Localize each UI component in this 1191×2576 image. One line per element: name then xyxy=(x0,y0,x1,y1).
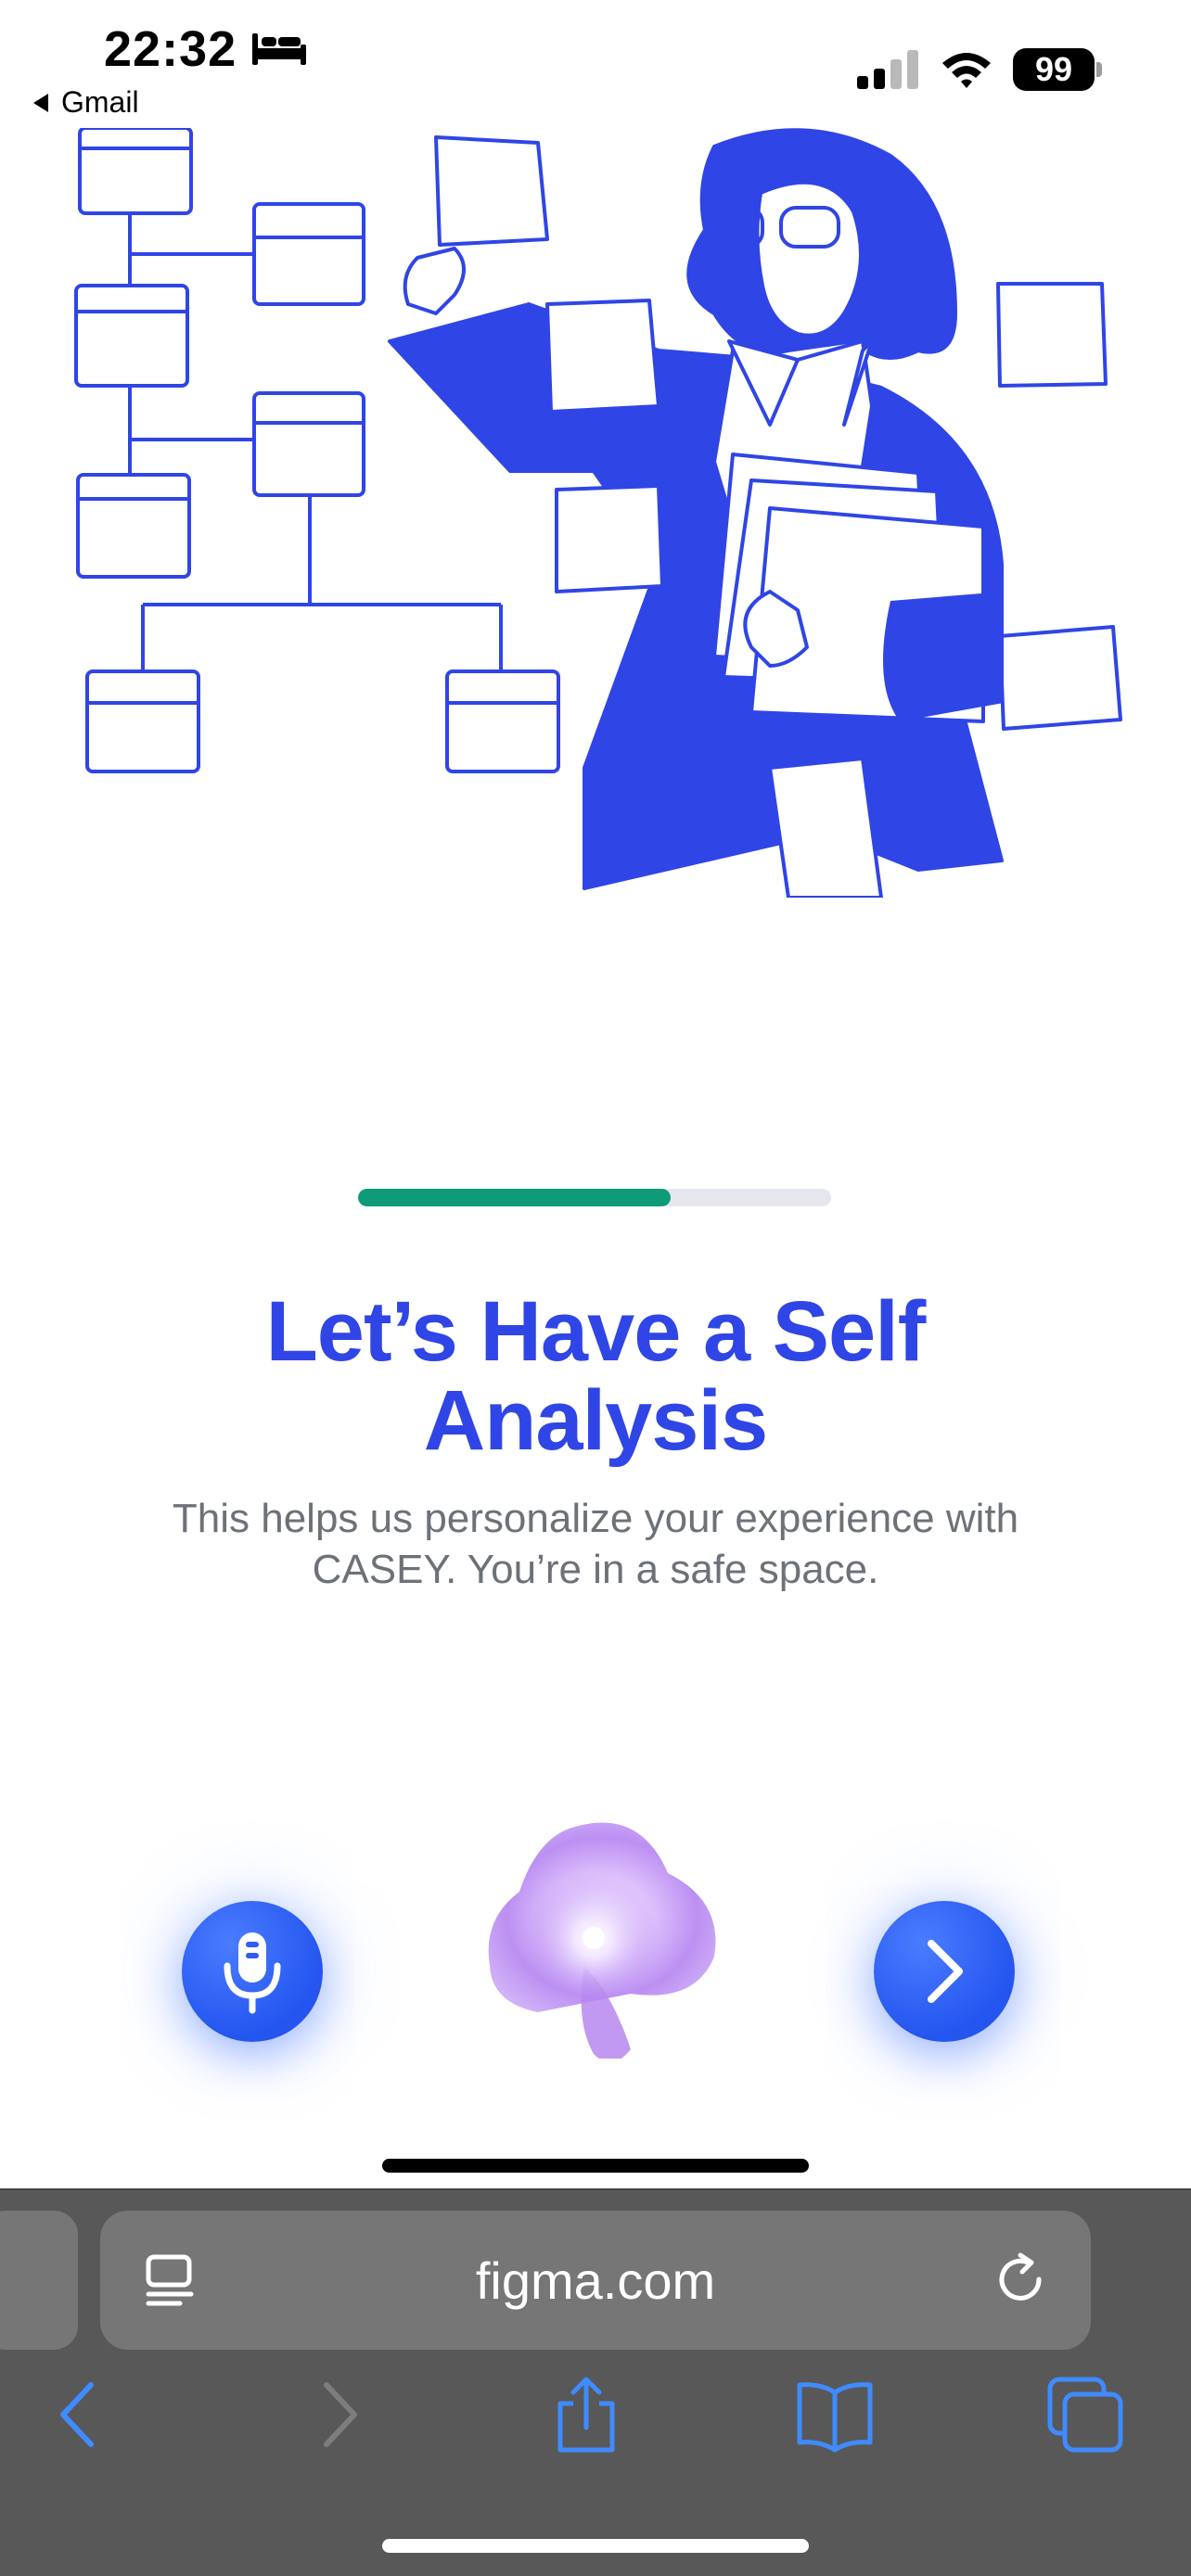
bed-icon xyxy=(252,33,306,65)
progress-bar-fill xyxy=(358,1189,671,1206)
wifi-icon xyxy=(942,53,991,88)
page-subtitle: This helps us personalize your experienc… xyxy=(172,1496,1019,1592)
previous-tab-preview[interactable] xyxy=(0,2211,78,2350)
address-bar[interactable]: figma.com xyxy=(100,2211,1091,2350)
share-icon[interactable] xyxy=(547,2376,625,2454)
chevron-right-icon xyxy=(928,1940,963,2003)
status-time: 22:32 xyxy=(104,21,237,77)
microphone-icon xyxy=(224,1932,281,2014)
status-bar: 22:32 Gmail 99 xyxy=(0,0,1191,130)
battery-level: 99 xyxy=(1013,48,1095,91)
next-button[interactable] xyxy=(874,1901,1015,2042)
signal-icon xyxy=(857,50,918,89)
page-title: Let’s Have a Self Analysis xyxy=(265,1284,927,1468)
back-to-app-link[interactable]: Gmail xyxy=(33,85,139,120)
back-app-label: Gmail xyxy=(61,85,139,119)
tabs-icon[interactable] xyxy=(1046,2376,1124,2454)
microphone-button[interactable] xyxy=(182,1901,323,2042)
back-triangle-icon xyxy=(33,93,48,112)
bookmarks-icon[interactable] xyxy=(796,2376,874,2454)
home-indicator-bottom xyxy=(382,2539,809,2553)
reload-icon[interactable] xyxy=(992,2251,1050,2309)
casey-orb-icon xyxy=(488,1822,716,2059)
home-indicator xyxy=(382,2159,809,2173)
woman-organizing-cards-illustration xyxy=(74,128,1122,898)
progress-bar xyxy=(358,1189,831,1206)
back-icon[interactable] xyxy=(41,2376,119,2454)
battery-icon: 99 xyxy=(1013,48,1102,91)
forward-icon[interactable] xyxy=(299,2376,377,2454)
url-text: figma.com xyxy=(475,2251,716,2310)
battery-tip xyxy=(1096,62,1102,77)
